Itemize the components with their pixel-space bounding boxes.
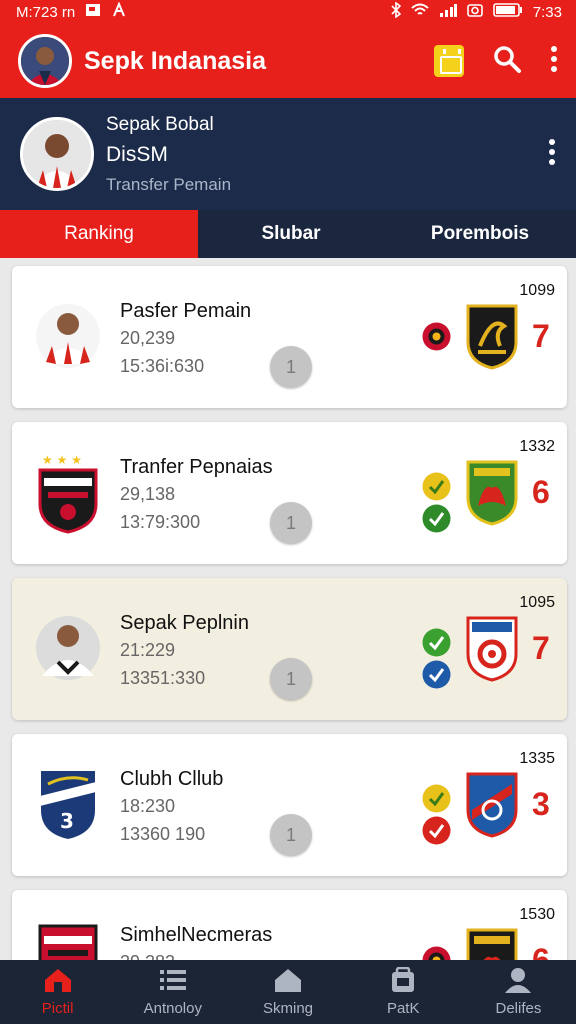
card-count: 1335 [519,750,555,767]
card-title: SimhelNecmeras [120,924,273,946]
check-green-icon [422,628,451,657]
nav-item-antnoloy[interactable]: Antnoloy [115,960,230,1024]
card-score: 3 [532,786,550,822]
list-icon [158,967,188,997]
club-badge-icon [34,922,102,960]
nav-label: Skming [262,1000,314,1017]
house-icon [273,967,303,997]
check-green-icon [422,504,451,533]
ranking-card[interactable]: Pasfer Pemain 20,239 15:36i:630 1 1099 7 [12,266,567,408]
card-value: 18:230 [120,796,176,816]
app-title: Sepk Indanasia [84,46,267,75]
profile-avatar[interactable] [20,117,94,191]
club-crest-icon [464,302,520,370]
home-icon [43,967,73,997]
camera-status-icon [466,3,483,21]
ranking-card[interactable]: SimhelNecmeras 29 283 1530 6 [12,890,567,960]
tab-slubar[interactable]: Slubar [198,210,384,258]
check-red-icon [422,816,451,845]
ranking-card[interactable]: ★ ★ ★ Tranfer Pepnaias 29,138 13:79:300 … [12,422,567,564]
calendar-button[interactable] [434,45,464,77]
card-value: 21:229 [120,640,176,660]
card-score: 7 [532,318,550,354]
club-crest-icon [464,614,520,682]
club-badge-icon: 3 [34,766,102,842]
rank-badge[interactable]: 1 [270,658,312,700]
rank-badge[interactable]: 1 [270,814,312,856]
card-score: 6 [532,474,550,510]
profile-subtitle: Transfer Pemain [106,174,232,194]
bottom-nav: Pictil Antnoloy Skming PatK Delifes [0,960,576,1024]
wifi-icon [411,3,429,21]
card-score: 7 [532,630,550,666]
check-yellow-icon [422,784,451,813]
club-crest-icon [464,926,520,960]
search-icon[interactable] [492,44,522,79]
card-value: 29 283 [120,952,175,960]
check-blue-icon [422,660,451,689]
check-yellow-icon [422,472,451,501]
club-crest-icon [464,770,520,838]
card-count: 1332 [519,438,555,455]
tab-ranking[interactable]: Ranking [0,210,198,258]
card-time: 15:36i:630 [120,356,205,376]
card-value: 20,239 [120,328,176,348]
app-avatar[interactable] [18,34,72,88]
nav-label: Antnoloy [143,1000,202,1017]
nav-label: Pictil [41,1000,74,1017]
svg-text:★ ★ ★: ★ ★ ★ [42,454,82,467]
app-status-icon [111,1,127,22]
app-bar: Sepk Indanasia [0,24,576,98]
profile-team: DisSM [106,142,168,166]
club-crest-icon [464,458,520,526]
nav-item-patk[interactable]: PatK [346,960,461,1024]
bluetooth-icon [391,1,402,22]
nav-label: Delifes [495,1000,542,1017]
signal-icon [439,3,457,21]
ranking-list: Pasfer Pemain 20,239 15:36i:630 1 1099 7… [0,258,576,960]
status-clock: 7:33 [532,3,562,21]
nav-label: PatK [386,1000,420,1017]
player-avatar [34,610,102,686]
club-badge-icon: ★ ★ ★ [34,453,102,534]
card-count: 1530 [519,906,555,923]
tab-bar: Ranking Slubar Porembois [0,210,576,258]
card-title: Sepak Peplnin [120,612,249,634]
rank-badge[interactable]: 1 [270,346,312,388]
card-score: 6 [532,942,550,960]
nav-item-delifes[interactable]: Delifes [461,960,576,1024]
ranking-card[interactable]: 3 Clubh Cllub 18:230 13360 190 1 1335 3 [12,734,567,876]
ranking-card[interactable]: Sepak Peplnin 21:229 13351:330 1 1095 7 [12,578,567,720]
status-time: M:723 rn [16,3,76,21]
more-menu-icon[interactable] [550,45,558,78]
card-time: 13351:330 [120,668,206,688]
nav-item-pictil[interactable]: Pictil [0,960,115,1024]
tab-porembois[interactable]: Porembois [384,210,576,258]
card-count: 1095 [519,594,555,611]
card-count: 1099 [519,282,555,299]
notification-icon [85,3,101,21]
card-title: Clubh Cllub [120,768,224,790]
profile-more-icon[interactable] [548,138,556,171]
bag-icon [388,966,418,997]
team-chip-icon [422,322,451,351]
svg-text:3: 3 [60,809,74,833]
profile-header: Sepak Bobal DisSM Transfer Pemain [0,98,576,210]
card-title: Pasfer Pemain [120,300,252,322]
card-time: 13:79:300 [120,512,201,532]
card-time: 13360 190 [120,824,206,844]
player-avatar [34,298,102,374]
profile-name: Sepak Bobal [106,113,214,135]
card-value: 29,138 [120,484,176,504]
team-chip-icon [422,946,451,960]
battery-icon [492,3,523,21]
rank-badge[interactable]: 1 [270,502,312,544]
user-icon [503,967,533,997]
card-title: Tranfer Pepnaias [120,456,273,478]
nav-item-skming[interactable]: Skming [230,960,345,1024]
status-bar: M:723 rn 7:33 [0,0,576,24]
